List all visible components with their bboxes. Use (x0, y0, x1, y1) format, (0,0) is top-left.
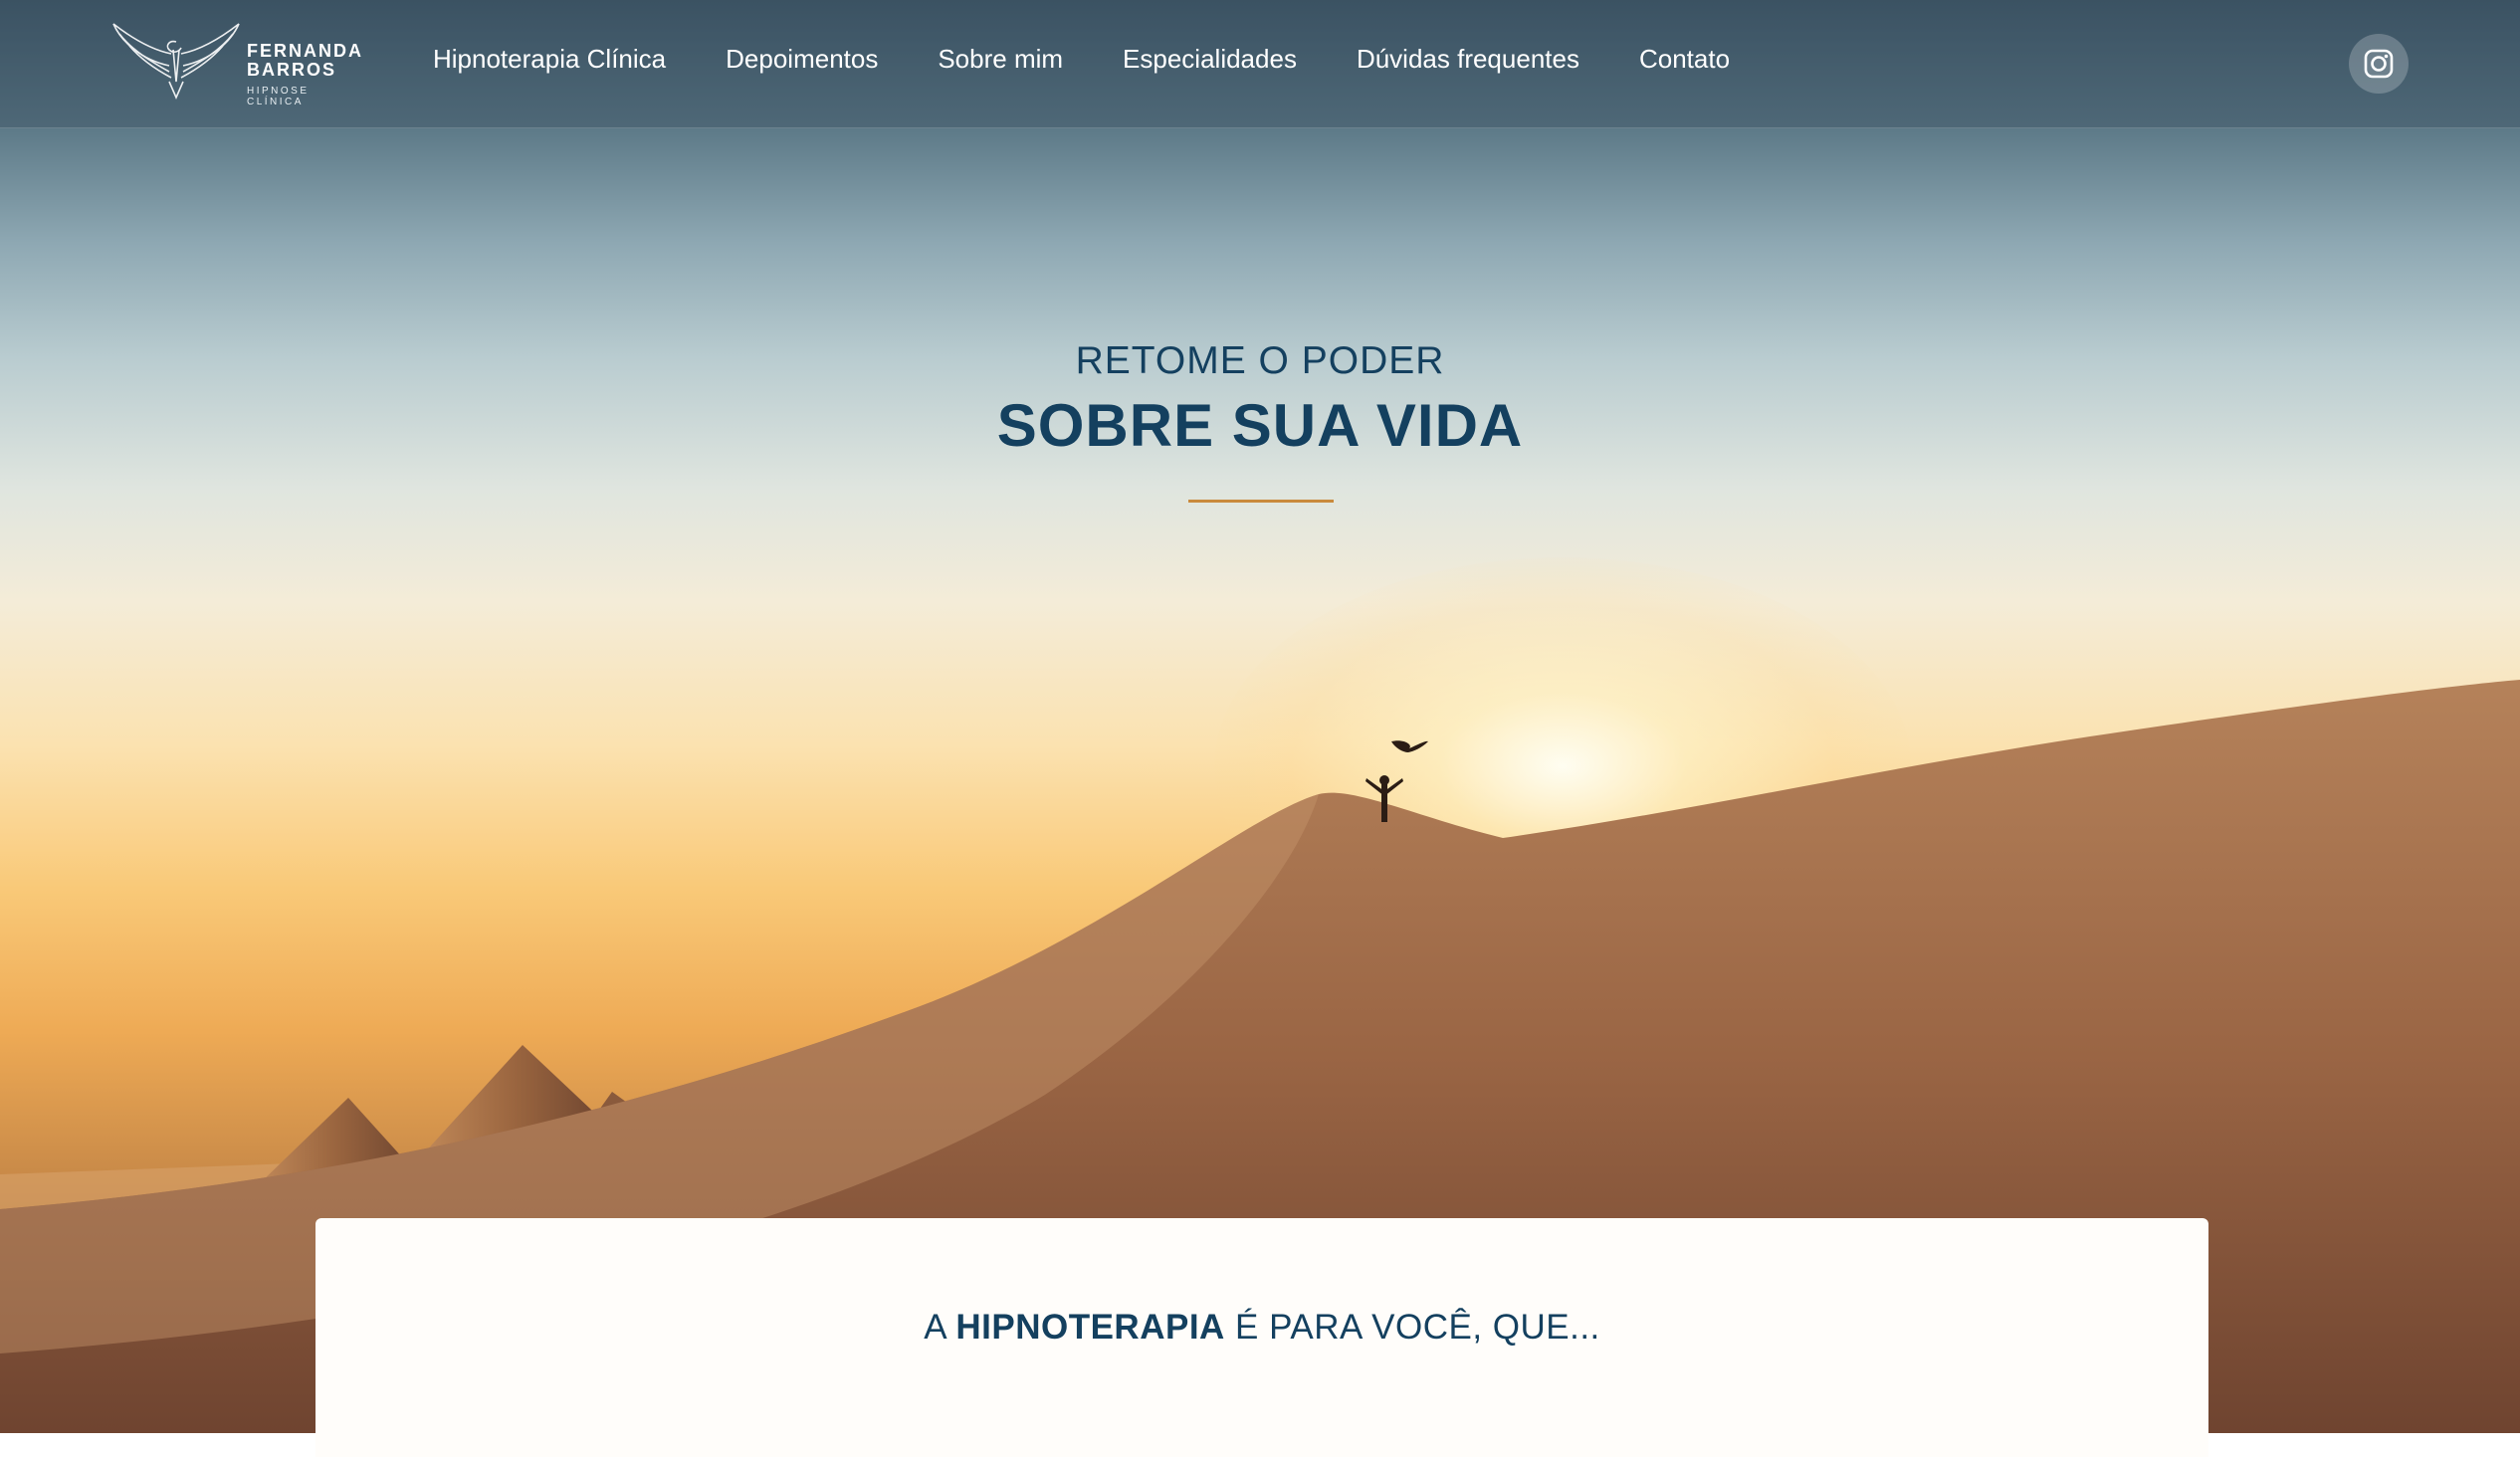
eagle-silhouette (1391, 740, 1428, 752)
brand-tagline: HIPNOSE CLÍNICA (247, 86, 310, 107)
eagle-logo-icon (112, 23, 240, 100)
title-divider (1188, 500, 1334, 503)
nav-hipnoterapia-clinica[interactable]: Hipnoterapia Clínica (433, 44, 666, 75)
nav-duvidas-frequentes[interactable]: Dúvidas frequentes (1357, 44, 1579, 75)
brand-name: FERNANDA BARROS HIPNOSE CLÍNICA (247, 41, 363, 108)
nav-contato[interactable]: Contato (1639, 44, 1730, 75)
instagram-icon (2364, 49, 2394, 79)
intro-heading: A HIPNOTERAPIA É PARA VOCÊ, QUE... (315, 1308, 2208, 1348)
brand-name-first: FERNANDA (247, 41, 363, 61)
nav-sobre-mim[interactable]: Sobre mim (938, 44, 1063, 75)
instagram-button[interactable] (2349, 34, 2409, 94)
hero-headline: SOBRE SUA VIDA (996, 392, 1524, 459)
nav-depoimentos[interactable]: Depoimentos (726, 44, 878, 75)
top-navigation: FERNANDA BARROS HIPNOSE CLÍNICA Hipnoter… (0, 0, 2520, 128)
hero-eyebrow: RETOME O PODER (1075, 339, 1445, 382)
brand-name-last: BARROS (247, 60, 337, 80)
hero-title: RETOME O PODER SOBRE SUA VIDA (0, 336, 2520, 466)
intro-heading-emphasis: HIPNOTERAPIA (955, 1308, 1225, 1347)
brand-logo[interactable]: FERNANDA BARROS HIPNOSE CLÍNICA (111, 20, 363, 108)
main-menu: Hipnoterapia Clínica Depoimentos Sobre m… (433, 44, 1730, 75)
intro-heading-suffix: É PARA VOCÊ, QUE... (1224, 1308, 1600, 1347)
intro-card: A HIPNOTERAPIA É PARA VOCÊ, QUE... (315, 1218, 2208, 1457)
nav-especialidades[interactable]: Especialidades (1123, 44, 1297, 75)
intro-heading-prefix: A (924, 1308, 956, 1347)
